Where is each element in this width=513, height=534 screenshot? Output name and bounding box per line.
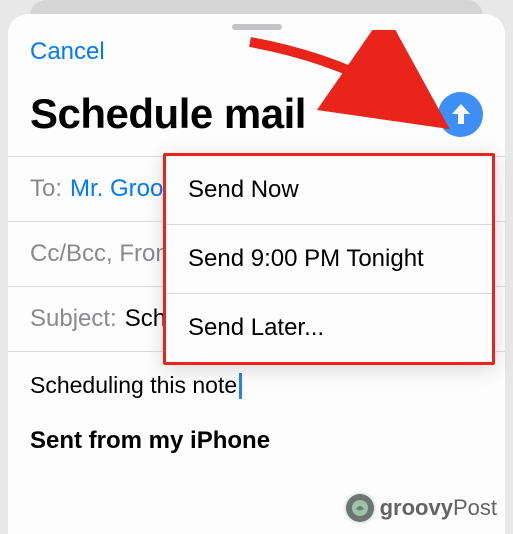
ccbcc-label: Cc/Bcc, From <box>30 240 175 268</box>
to-value[interactable]: Mr. Groov <box>70 175 175 203</box>
text-cursor <box>239 373 242 399</box>
schedule-popover: Send Now Send 9:00 PM Tonight Send Later… <box>163 153 495 365</box>
body-section[interactable]: Scheduling this note Sent from my iPhone <box>8 351 505 475</box>
signature: Sent from my iPhone <box>30 427 483 455</box>
header-row: Cancel <box>8 30 505 66</box>
watermark: groovyPost <box>346 494 497 522</box>
arrow-up-icon <box>450 102 472 126</box>
popover-send-later[interactable]: Send Later... <box>166 294 492 362</box>
body-text: Scheduling this note <box>30 372 483 399</box>
watermark-text: groovyPost <box>380 495 497 521</box>
title-row: Schedule mail <box>8 66 505 156</box>
cancel-button[interactable]: Cancel <box>30 38 105 66</box>
subject-label: Subject: <box>30 305 117 333</box>
send-button[interactable] <box>438 92 483 137</box>
compose-title: Schedule mail <box>30 90 306 138</box>
popover-send-now[interactable]: Send Now <box>166 156 492 225</box>
watermark-logo-icon <box>346 494 374 522</box>
to-label: To: <box>30 175 62 203</box>
popover-send-tonight[interactable]: Send 9:00 PM Tonight <box>166 225 492 294</box>
